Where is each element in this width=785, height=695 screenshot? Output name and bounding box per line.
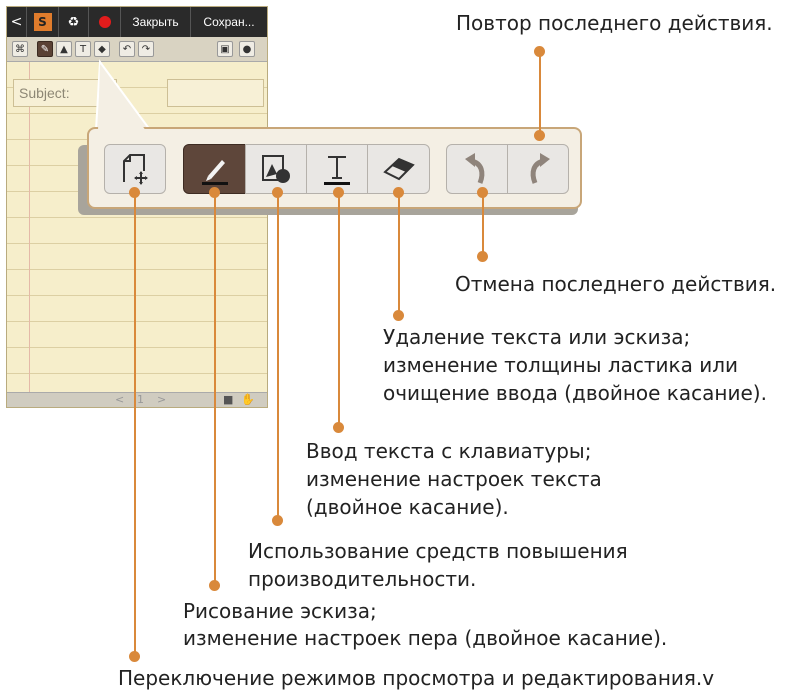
mini-pen-button[interactable]: ✎ (37, 41, 53, 57)
redo-leader-line (539, 52, 541, 136)
text-description-line2: изменение настроек текста (306, 467, 602, 491)
text-leader-dot (333, 422, 344, 433)
mini-text-button[interactable]: T (75, 41, 91, 57)
undo-icon (465, 153, 485, 184)
redo-description: Повтор последнего действия. (456, 11, 773, 35)
s-pen-button[interactable]: S (27, 7, 59, 37)
pen-description-line2: изменение настроек пера (двойное касание… (183, 626, 668, 650)
mode-leader-dot (129, 651, 140, 662)
mini-eraser-button[interactable]: ◆ (94, 41, 110, 57)
undo-description: Отмена последнего действия. (455, 272, 777, 296)
undo-leader-dot (477, 251, 488, 262)
text-icon: T (79, 43, 87, 55)
close-button[interactable]: Закрыть (121, 7, 191, 37)
top-bar: < S ♻ Закрыть Сохран... (7, 7, 267, 37)
redo-icon: ↷ (141, 43, 151, 55)
eraser-icon (382, 157, 415, 181)
bottom-bar: < 1 > ■ ✋ (7, 392, 267, 407)
page-number: 1 (137, 393, 144, 406)
attach-icon: ♻ (67, 14, 80, 30)
record-button[interactable] (89, 7, 121, 37)
pen-leader-dot (209, 580, 220, 591)
next-page-button[interactable]: > (157, 393, 166, 406)
note-paper[interactable] (7, 62, 267, 392)
back-icon: < (10, 14, 23, 30)
mini-undo-button[interactable]: ↶ (119, 41, 135, 57)
eraser-icon: ◆ (98, 43, 106, 55)
redo-leader-end (534, 130, 545, 141)
redo-button[interactable] (507, 144, 569, 194)
shape-icon: ▲ (60, 43, 68, 55)
attach-button[interactable]: ♻ (59, 7, 89, 37)
shape-description-line1: Использование средств повышения (248, 539, 628, 563)
mode-icon: ⌘ (15, 43, 25, 55)
save-button[interactable]: Сохран... (191, 7, 267, 37)
pen-icon (201, 160, 228, 185)
mode-leader-line (134, 193, 136, 655)
eraser-description-line3: очищение ввода (двойное касание). (383, 381, 767, 405)
undo-button[interactable] (446, 144, 508, 194)
image-icon: ▣ (220, 43, 230, 55)
page-icon[interactable]: ■ (223, 393, 233, 406)
insert-image-button[interactable]: ▣ (217, 41, 233, 57)
mode-description: Переключение режимов просмотра и редакти… (118, 666, 715, 690)
eraser-description-line2: изменение толщины ластика или (383, 353, 739, 377)
undo-leader-line (482, 193, 484, 257)
prev-page-button[interactable]: < (115, 393, 124, 406)
shape-leader-dot (272, 515, 283, 526)
text-icon (324, 156, 350, 185)
undo-icon: ↶ (122, 43, 132, 55)
eraser-description-line1: Удаление текста или эскиза; (383, 325, 691, 349)
shape-icon (262, 155, 290, 183)
subject-placeholder: Subject: (19, 85, 70, 101)
mini-mode-button[interactable]: ⌘ (12, 41, 28, 57)
eraser-leader-line (398, 193, 400, 315)
back-button[interactable]: < (7, 7, 27, 37)
text-description-line3: (двойное касание). (306, 495, 509, 519)
redo-icon (530, 153, 550, 184)
shape-description-line2: производительности. (248, 567, 477, 591)
record-icon (98, 16, 111, 28)
mini-shape-button[interactable]: ▲ (56, 41, 72, 57)
shape-leader-line (277, 193, 279, 520)
text-leader-line (338, 193, 340, 427)
pen-leader-line (214, 193, 216, 585)
pen-icon: ✎ (40, 43, 50, 55)
text-description-line1: Ввод текста с клавиатуры; (306, 439, 592, 463)
voice-button[interactable]: ● (239, 41, 255, 57)
mini-redo-button[interactable]: ↷ (138, 41, 154, 57)
eraser-leader-dot (393, 310, 404, 321)
hand-icon[interactable]: ✋ (241, 393, 255, 406)
mini-toolbar: ⌘ ✎ ▲ T ◆ ↶ ↷ ▣ ● (7, 37, 267, 62)
s-pen-icon: S (33, 13, 52, 31)
mic-icon: ● (242, 43, 252, 55)
pen-description-line1: Рисование эскиза; (183, 599, 377, 623)
subject-extra-field[interactable] (167, 79, 264, 107)
mode-icon (123, 154, 148, 185)
